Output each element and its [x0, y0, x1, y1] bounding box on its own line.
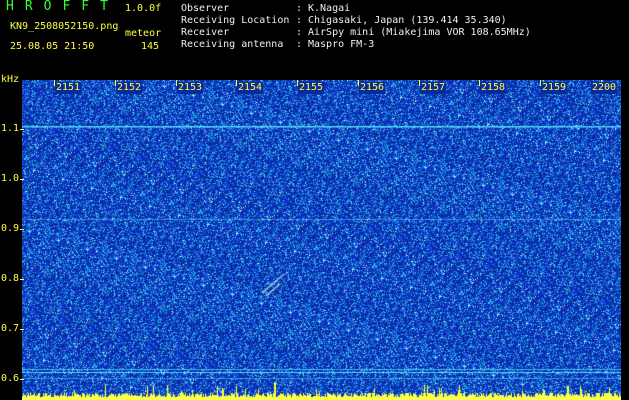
y-tick-mark [20, 129, 24, 130]
y-tick-mark [20, 279, 24, 280]
info-key-antenna: Receiving antenna [181, 39, 284, 50]
y-tick-label: 1.1 [1, 123, 20, 134]
info-colon: : [296, 15, 303, 26]
x-tick-label: 2159 [541, 82, 568, 94]
y-tick-mark [20, 179, 24, 180]
info-colon: : [296, 39, 303, 50]
y-tick-mark [20, 329, 24, 330]
version-label: 1.0.0f [125, 3, 162, 14]
y-tick-label: 0.8 [1, 273, 20, 284]
x-tick-label: 2152 [116, 82, 143, 94]
spectrogram [22, 80, 621, 400]
y-tick-label: 0.6 [1, 373, 20, 384]
y-axis-unit: kHz [1, 74, 20, 85]
info-colon: : [296, 27, 303, 38]
info-value-observer: K.Nagai [308, 3, 351, 14]
x-tick-label: 2200 [591, 82, 618, 94]
filename-label: KN9_2508052150.png [10, 21, 119, 32]
y-tick-label: 0.7 [1, 323, 20, 334]
x-tick-label: 2158 [480, 82, 507, 94]
timestamp-label: 25.08.05 21:50 [10, 41, 95, 52]
y-tick-mark [20, 229, 24, 230]
y-tick-label: 1.0 [1, 173, 20, 184]
hrofft-window: HROFFT 1.0.0f KN9_2508052150.png meteor … [0, 0, 629, 400]
x-tick-label: 2154 [237, 82, 264, 94]
meteor-label: meteor [125, 28, 162, 39]
meteor-count: 145 [141, 41, 160, 52]
app-title: HROFFT [6, 0, 119, 14]
info-value-receiver: AirSpy mini (Miakejima VOR 108.65MHz) [308, 27, 531, 38]
info-value-antenna: Maspro FM-3 [308, 39, 375, 50]
x-tick-label: 2151 [55, 82, 82, 94]
info-key-location: Receiving Location [181, 15, 290, 26]
x-tick-label: 2156 [359, 82, 386, 94]
info-colon: : [296, 3, 303, 14]
x-tick-label: 2157 [420, 82, 447, 94]
y-tick-label: 0.9 [1, 223, 20, 234]
info-value-location: Chigasaki, Japan (139.414 35.340) [308, 15, 507, 26]
info-key-receiver: Receiver [181, 27, 230, 38]
y-tick-mark [20, 379, 24, 380]
x-tick-label: 2153 [177, 82, 204, 94]
x-tick-label: 2155 [298, 82, 325, 94]
info-key-observer: Observer [181, 3, 230, 14]
